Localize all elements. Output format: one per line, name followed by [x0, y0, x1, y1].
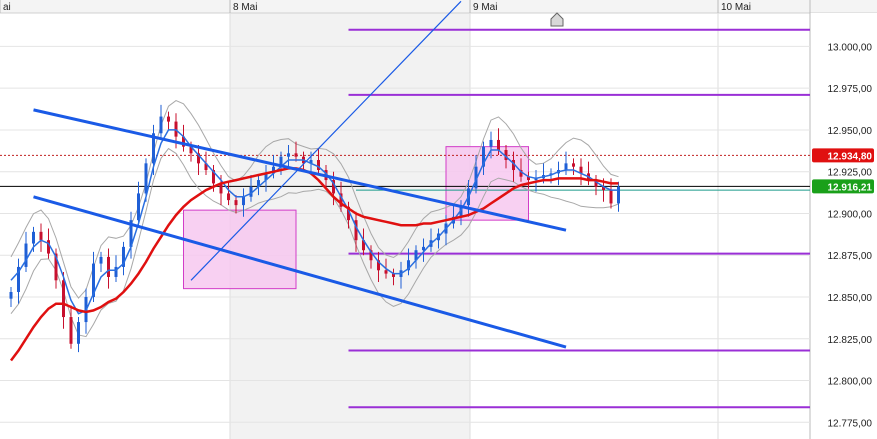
date-label: 9 Mai	[473, 2, 497, 13]
candle-body	[242, 196, 245, 206]
price-tick-label: 12.950,00	[828, 126, 873, 137]
candle-body	[32, 231, 35, 244]
candle-body	[489, 139, 493, 147]
price-tick-label: 12.825,00	[828, 335, 873, 346]
highlight-rectangle	[183, 209, 297, 290]
candle-body	[234, 200, 238, 206]
candle-body	[159, 116, 163, 134]
candle-body	[24, 243, 28, 267]
date-label: 10 Mai	[721, 2, 751, 13]
price-chart[interactable]: ai 8 Mai 9 Mai 10 Mai 13.000,00 12.975,00 12.9…	[0, 0, 877, 439]
candle-body	[174, 121, 178, 137]
candle-body	[617, 186, 620, 204]
price-tick-label: 12.875,00	[828, 251, 873, 262]
price-tick-label: 12.775,00	[828, 418, 873, 429]
price-tick-label: 13.000,00	[828, 42, 873, 53]
candle-body	[294, 153, 298, 157]
candle-body	[144, 163, 148, 194]
candle-body	[609, 190, 613, 204]
candle-body	[62, 280, 65, 318]
candle-body	[384, 270, 388, 274]
chart-svg[interactable]: ai 8 Mai 9 Mai 10 Mai 13.000,00 12.975,00 12.9…	[0, 0, 877, 439]
price-axis-area	[810, 13, 877, 439]
marker-price-badge-text: 12.934,80	[828, 151, 873, 162]
current-price-badge-text: 12.916,21	[828, 182, 873, 193]
price-tick-label: 12.925,00	[828, 168, 873, 179]
candle-body	[77, 322, 80, 344]
candle-body	[39, 231, 43, 241]
price-tick-label: 12.975,00	[828, 84, 873, 95]
candle-body	[167, 116, 170, 122]
price-tick-label: 12.800,00	[828, 377, 873, 388]
price-tick-label: 12.900,00	[828, 209, 873, 220]
candle-body	[99, 256, 103, 264]
candle-body	[227, 193, 230, 201]
candle-body	[497, 139, 500, 150]
price-tick-label: 12.850,00	[828, 293, 873, 304]
date-label: 8 Mai	[233, 2, 257, 13]
candle-body	[572, 163, 575, 167]
date-label: ai	[3, 2, 11, 13]
candle-body	[137, 193, 140, 221]
candle-body	[564, 163, 568, 171]
candle-body	[107, 256, 110, 277]
candle-body	[69, 317, 73, 344]
candle-body	[287, 153, 290, 157]
candle-body	[9, 291, 13, 299]
